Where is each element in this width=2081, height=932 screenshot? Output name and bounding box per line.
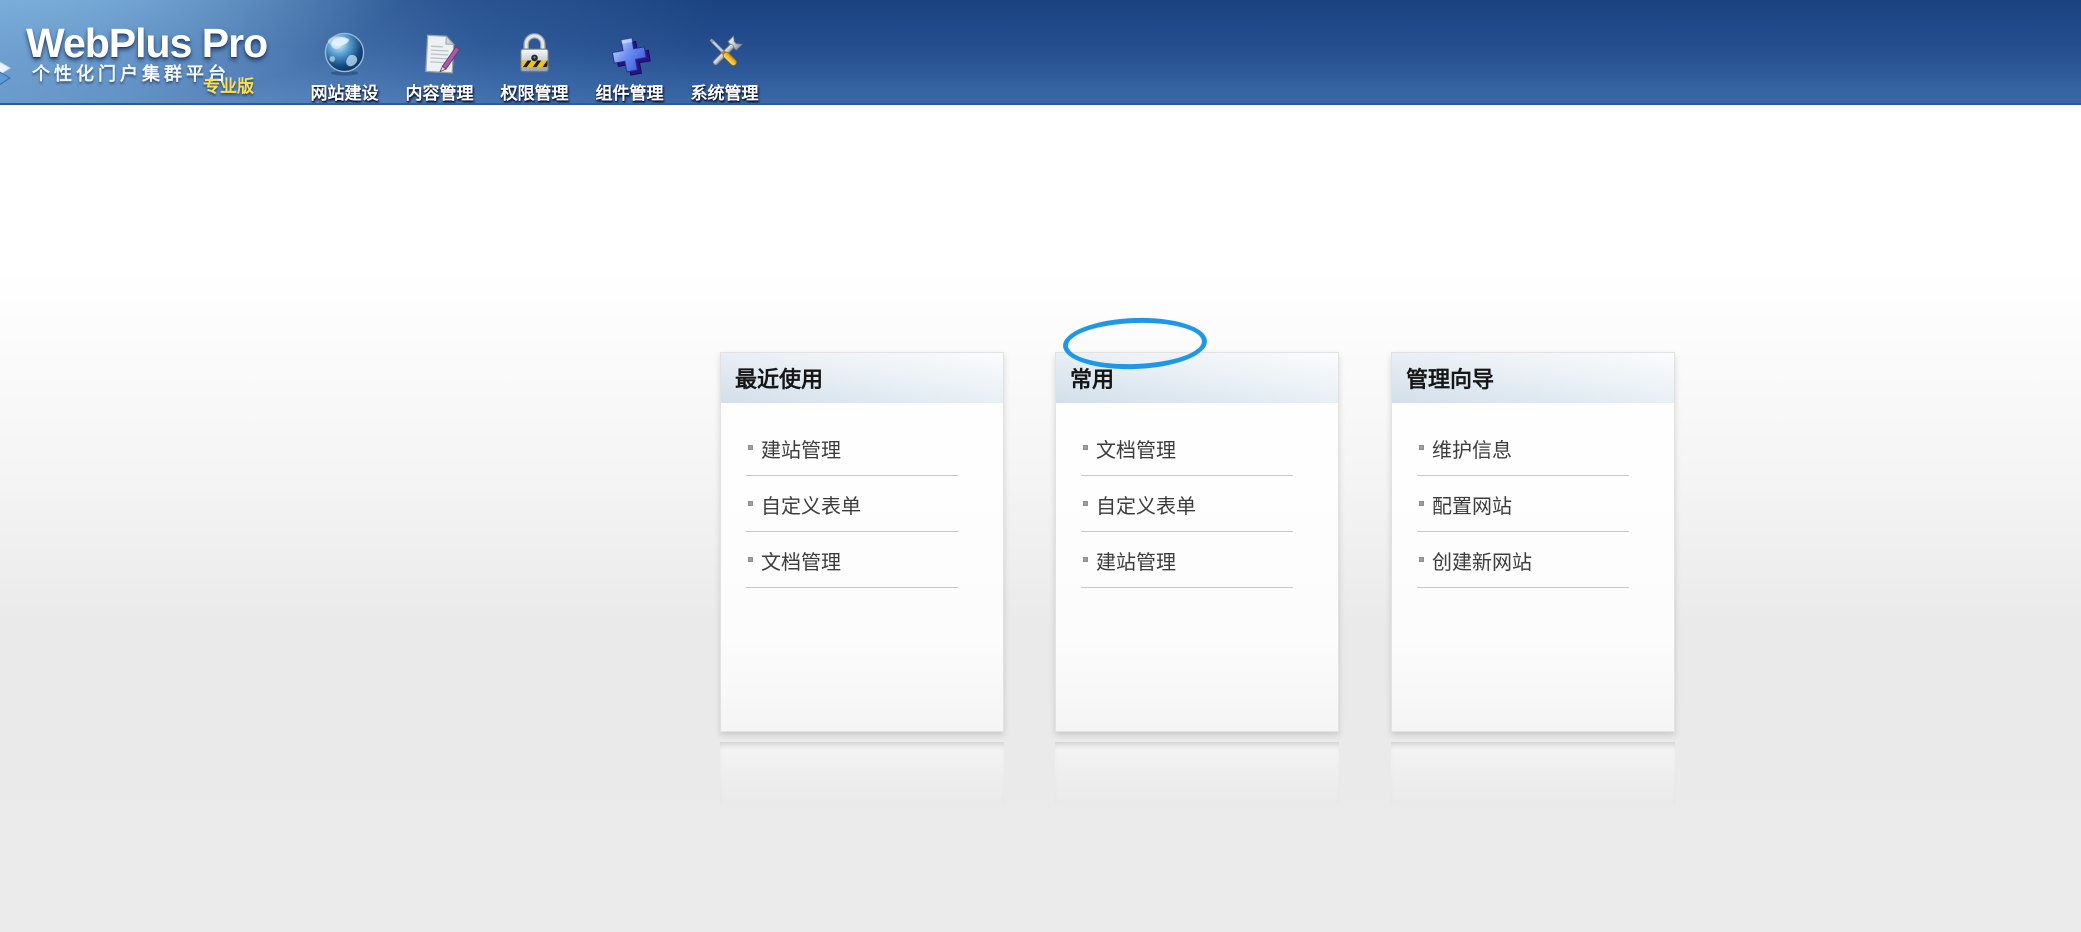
square-bullet-icon <box>1083 445 1088 450</box>
edition-badge: 专业版 <box>203 72 254 97</box>
panel-item[interactable]: 创建新网站 <box>1392 532 1674 588</box>
panel-reflection <box>720 742 1004 804</box>
panel-item-highlighted[interactable]: 文档管理 <box>1056 420 1338 476</box>
panel-title: 管理向导 <box>1392 353 1674 403</box>
tools-icon <box>701 30 748 77</box>
nav-label: 组件管理 <box>596 79 664 104</box>
panel-item-label: 文档管理 <box>761 546 841 575</box>
nav-label: 网站建设 <box>311 79 379 104</box>
panel-item[interactable]: 维护信息 <box>1392 420 1674 476</box>
nav-item-content-management[interactable]: 内容管理 <box>392 30 487 104</box>
document-pencil-icon <box>416 30 463 77</box>
brand-logo-icon <box>0 54 26 98</box>
nav-item-system-management[interactable]: 系统管理 <box>677 30 772 104</box>
square-bullet-icon <box>748 557 753 562</box>
padlock-icon <box>511 30 558 77</box>
nav-item-site-building[interactable]: 网站建设 <box>297 30 392 104</box>
panel-list: 文档管理 自定义表单 建站管理 <box>1056 403 1338 588</box>
nav-label: 权限管理 <box>501 79 569 104</box>
panel-admin-wizard: 管理向导 维护信息 配置网站 创建新网站 <box>1391 352 1675 732</box>
panel-item[interactable]: 文档管理 <box>721 532 1003 588</box>
panel-list: 建站管理 自定义表单 文档管理 <box>721 403 1003 588</box>
square-bullet-icon <box>1419 557 1424 562</box>
panel-list: 维护信息 配置网站 创建新网站 <box>1392 403 1674 588</box>
square-bullet-icon <box>1419 445 1424 450</box>
panel-item-label: 建站管理 <box>1096 546 1176 575</box>
panel-reflection <box>1391 742 1675 804</box>
panel-item[interactable]: 自定义表单 <box>721 476 1003 532</box>
panel-item[interactable]: 建站管理 <box>1056 532 1338 588</box>
panel-title: 最近使用 <box>721 353 1003 403</box>
top-header-bar: WebPlus Pro 个性化门户集群平台 专业版 <box>0 0 2081 105</box>
panel-item[interactable]: 自定义表单 <box>1056 476 1338 532</box>
nav-label: 系统管理 <box>691 79 759 104</box>
square-bullet-icon <box>1083 501 1088 506</box>
square-bullet-icon <box>748 445 753 450</box>
main-nav: 网站建设 内容管理 <box>297 30 772 104</box>
globe-icon <box>321 30 368 77</box>
square-bullet-icon <box>1083 557 1088 562</box>
panel-item-label: 配置网站 <box>1432 490 1512 519</box>
nav-item-component-management[interactable]: 组件管理 <box>582 30 677 104</box>
nav-label: 内容管理 <box>406 79 474 104</box>
panel-item-label: 文档管理 <box>1096 434 1176 463</box>
webplus-pro-home: WebPlus Pro 个性化门户集群平台 专业版 <box>0 0 2081 932</box>
square-bullet-icon <box>1419 501 1424 506</box>
panel-item[interactable]: 配置网站 <box>1392 476 1674 532</box>
square-bullet-icon <box>748 501 753 506</box>
panel-recently-used: 最近使用 建站管理 自定义表单 文档管理 <box>720 352 1004 732</box>
panel-item-label: 自定义表单 <box>761 490 861 519</box>
panel-item-label: 维护信息 <box>1432 434 1512 463</box>
app-subtitle: 个性化门户集群平台 <box>32 60 230 86</box>
panel-item-label: 建站管理 <box>761 434 841 463</box>
panel-item-label: 自定义表单 <box>1096 490 1196 519</box>
panel-title: 常用 <box>1056 353 1338 403</box>
nav-item-permission-management[interactable]: 权限管理 <box>487 30 582 104</box>
panel-reflection <box>1055 742 1339 804</box>
component-plus-icon <box>606 30 653 77</box>
dashboard-panels: 最近使用 建站管理 自定义表单 文档管理 <box>720 352 1675 732</box>
page-background: 最近使用 建站管理 自定义表单 文档管理 <box>0 105 2081 932</box>
panel-item[interactable]: 建站管理 <box>721 420 1003 476</box>
panel-item-label: 创建新网站 <box>1432 546 1532 575</box>
panel-common: 常用 文档管理 自定义表单 建站管理 <box>1055 352 1339 732</box>
